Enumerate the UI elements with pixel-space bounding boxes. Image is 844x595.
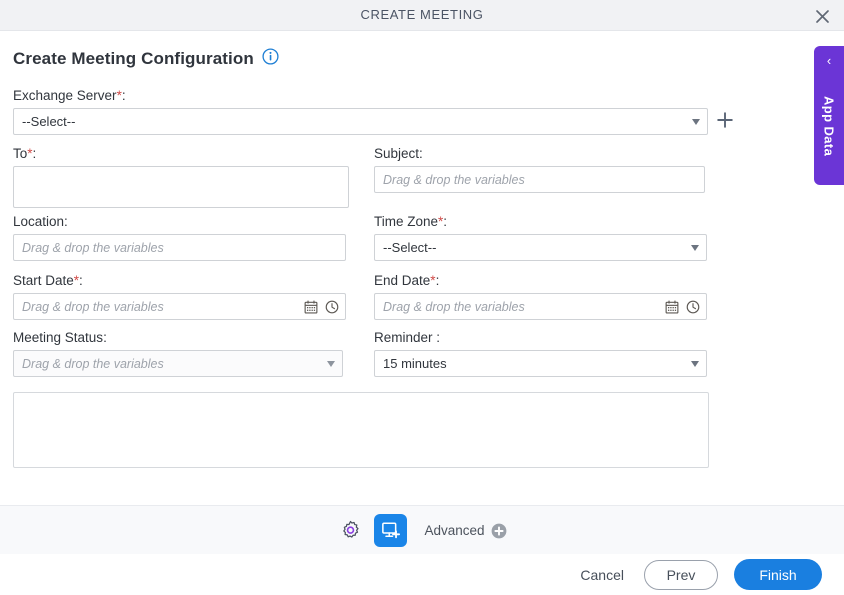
time-zone-label: Time Zone*: xyxy=(374,214,448,229)
info-icon[interactable] xyxy=(262,48,279,70)
subject-input[interactable]: Drag & drop the variables xyxy=(374,166,705,193)
subject-placeholder: Drag & drop the variables xyxy=(383,172,525,187)
field-to: To*: xyxy=(13,146,349,208)
create-meeting-dialog: CREATE MEETING Create Meeting Configurat… xyxy=(0,0,844,595)
time-zone-value: --Select-- xyxy=(383,240,437,255)
circle-plus-icon[interactable] xyxy=(491,523,507,539)
start-date-placeholder: Drag & drop the variables xyxy=(22,299,164,314)
meeting-status-select[interactable]: Drag & drop the variables xyxy=(13,350,343,377)
meeting-body-textarea[interactable] xyxy=(13,392,709,468)
advanced-button[interactable]: Advanced xyxy=(424,523,506,539)
end-date-label: End Date*: xyxy=(374,273,440,288)
field-time-zone: Time Zone*: --Select-- xyxy=(374,214,707,261)
dialog-titlebar: CREATE MEETING xyxy=(0,0,844,31)
field-start-date: Start Date*: Drag & drop the variables xyxy=(13,273,346,320)
reminder-value: 15 minutes xyxy=(383,356,447,371)
cancel-button[interactable]: Cancel xyxy=(576,561,628,589)
field-meeting-status: Meeting Status: Drag & drop the variable… xyxy=(13,330,343,377)
advanced-label: Advanced xyxy=(424,523,485,538)
end-date-icons xyxy=(665,299,700,314)
exchange-server-select[interactable]: --Select-- xyxy=(13,108,708,135)
calendar-icon xyxy=(665,299,679,314)
time-zone-select[interactable]: --Select-- xyxy=(374,234,707,261)
field-exchange-server: Exchange Server*: --Select-- xyxy=(13,88,733,135)
subject-label: Subject: xyxy=(374,146,423,161)
clock-icon xyxy=(325,300,339,313)
meeting-status-label: Meeting Status: xyxy=(13,330,107,345)
editor-toolbar: Advanced xyxy=(0,505,844,554)
start-date-icons xyxy=(304,299,339,314)
app-data-tab[interactable]: ‹ App Data xyxy=(814,46,844,185)
close-icon[interactable] xyxy=(810,4,834,28)
location-input[interactable]: Drag & drop the variables xyxy=(13,234,346,261)
start-date-input[interactable]: Drag & drop the variables xyxy=(13,293,346,320)
prev-button[interactable]: Prev xyxy=(644,559,718,590)
chevron-down-icon xyxy=(327,360,335,367)
end-date-input[interactable]: Drag & drop the variables xyxy=(374,293,707,320)
dialog-action-bar: Cancel Prev Finish xyxy=(0,554,844,595)
clock-icon xyxy=(686,300,700,313)
reminder-label: Reminder : xyxy=(374,330,441,345)
add-exchange-server-button[interactable] xyxy=(714,109,736,131)
chevron-down-icon xyxy=(692,118,700,125)
end-date-placeholder: Drag & drop the variables xyxy=(383,299,525,314)
screen-add-icon[interactable] xyxy=(374,514,408,547)
meeting-status-placeholder: Drag & drop the variables xyxy=(22,356,164,371)
exchange-server-value: --Select-- xyxy=(22,114,76,129)
field-location: Location: Drag & drop the variables xyxy=(13,214,346,261)
gear-icon[interactable] xyxy=(337,518,363,544)
page-heading: Create Meeting Configuration xyxy=(13,48,279,70)
location-placeholder: Drag & drop the variables xyxy=(22,240,164,255)
finish-button[interactable]: Finish xyxy=(734,559,822,590)
chevron-down-icon xyxy=(691,244,699,251)
reminder-select[interactable]: 15 minutes xyxy=(374,350,707,377)
chevron-left-icon: ‹ xyxy=(826,53,832,68)
calendar-icon xyxy=(304,299,318,314)
field-reminder: Reminder : 15 minutes xyxy=(374,330,707,377)
to-input[interactable] xyxy=(13,166,349,208)
chevron-down-icon xyxy=(691,360,699,367)
field-subject: Subject: Drag & drop the variables xyxy=(374,146,705,193)
exchange-server-label: Exchange Server*: xyxy=(13,88,126,103)
toolbar-items: Advanced xyxy=(0,506,844,555)
app-data-label: App Data xyxy=(821,96,837,157)
dialog-title: CREATE MEETING xyxy=(360,7,484,22)
page-title: Create Meeting Configuration xyxy=(13,49,254,68)
start-date-label: Start Date*: xyxy=(13,273,83,288)
field-end-date: End Date*: Drag & drop the variables xyxy=(374,273,707,320)
to-label: To*: xyxy=(13,146,37,161)
location-label: Location: xyxy=(13,214,68,229)
